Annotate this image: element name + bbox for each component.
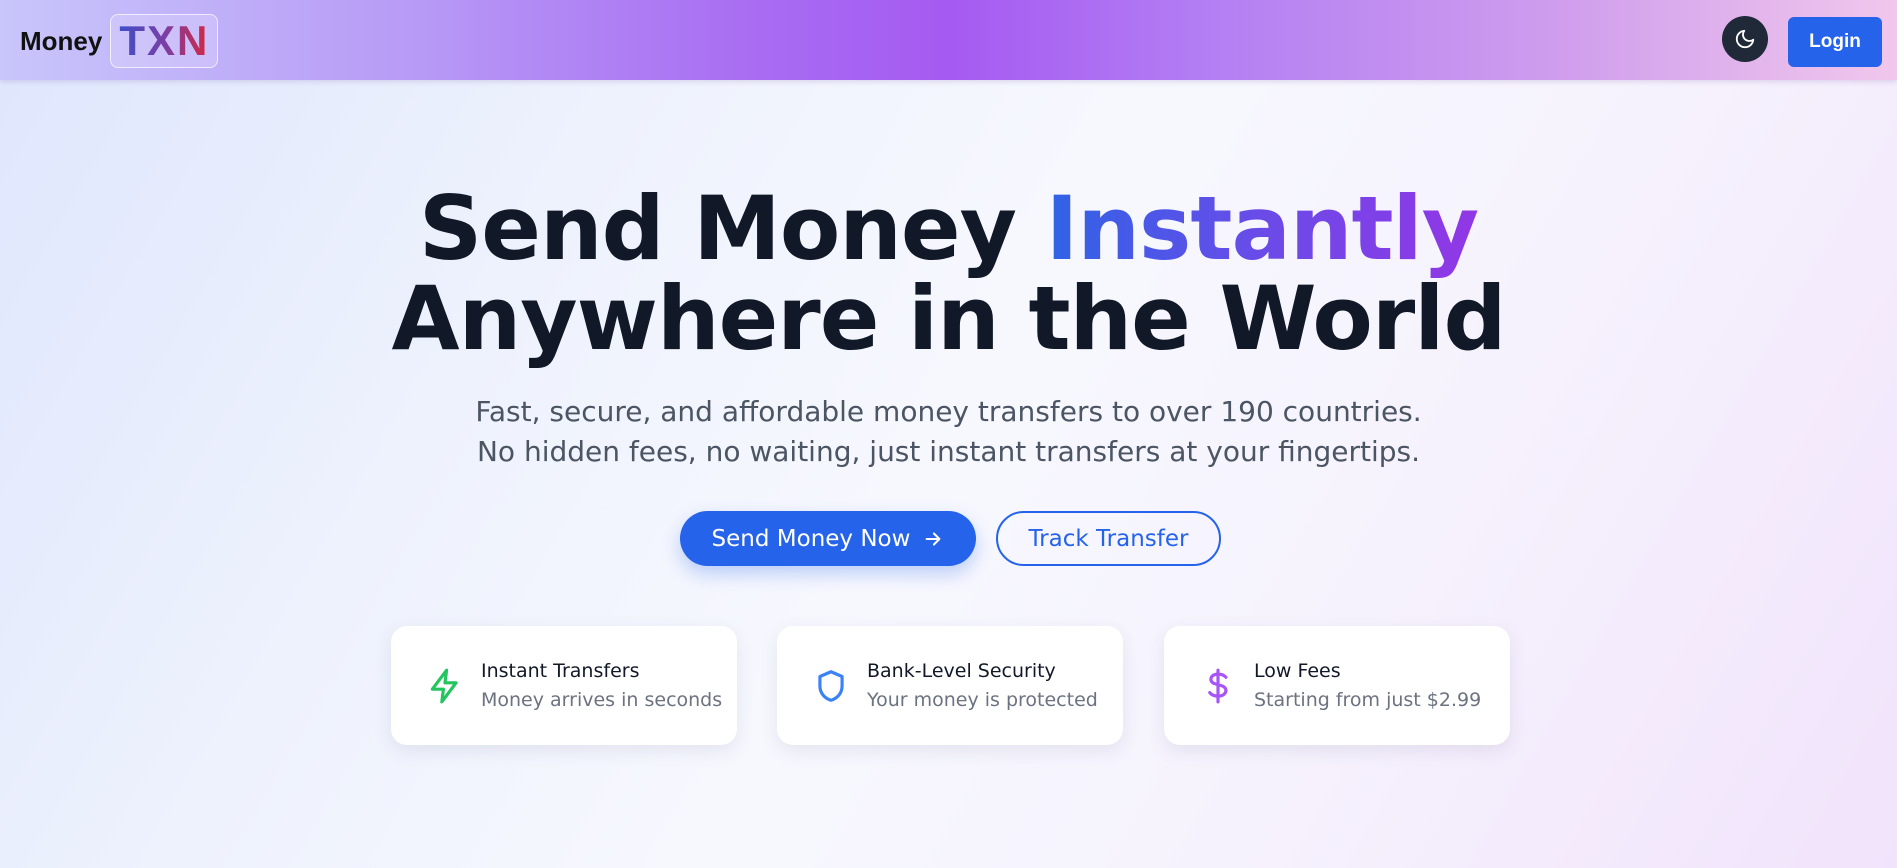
feature-title: Instant Transfers: [481, 659, 640, 682]
feature-desc: Your money is protected: [867, 688, 1098, 711]
shield-icon: [811, 666, 851, 706]
hero-title-line1-plain: Send Money: [418, 177, 1046, 280]
feature-card-low-fees: Low Fees Starting from just $2.99: [1164, 626, 1510, 745]
feature-title: Low Fees: [1254, 659, 1341, 682]
hero-subtitle: Fast, secure, and affordable money trans…: [475, 395, 1422, 468]
lightning-icon: [425, 666, 465, 706]
track-transfer-button[interactable]: Track Transfer: [996, 511, 1221, 566]
hero-title: Send Money Instantly Anywhere in the Wor…: [0, 184, 1897, 364]
feature-desc: Starting from just $2.99: [1254, 688, 1482, 711]
brand-word: Money: [20, 25, 103, 56]
send-money-label: Send Money Now: [711, 525, 911, 552]
theme-toggle-button[interactable]: [1722, 16, 1768, 62]
feature-card-security: Bank-Level Security Your money is protec…: [777, 626, 1123, 745]
feature-desc: Money arrives in seconds: [481, 688, 723, 711]
feature-title: Bank-Level Security: [867, 659, 1056, 682]
moon-icon: [1735, 29, 1755, 49]
feature-card-instant-transfers: Instant Transfers Money arrives in secon…: [391, 626, 737, 745]
hero-title-accent: Instantly: [1045, 177, 1479, 280]
brand-logo[interactable]: Money TXN: [20, 14, 219, 68]
dollar-icon: [1198, 666, 1238, 706]
send-money-button[interactable]: Send Money Now: [680, 511, 976, 566]
brand-badge: TXN: [110, 14, 219, 68]
hero-title-line2: Anywhere in the World: [391, 267, 1507, 370]
arrow-right-icon: [926, 531, 941, 546]
brand-badge-text: TXN: [119, 17, 210, 64]
login-button[interactable]: Login: [1788, 17, 1882, 67]
navbar: Money TXN Login: [0, 0, 1897, 80]
